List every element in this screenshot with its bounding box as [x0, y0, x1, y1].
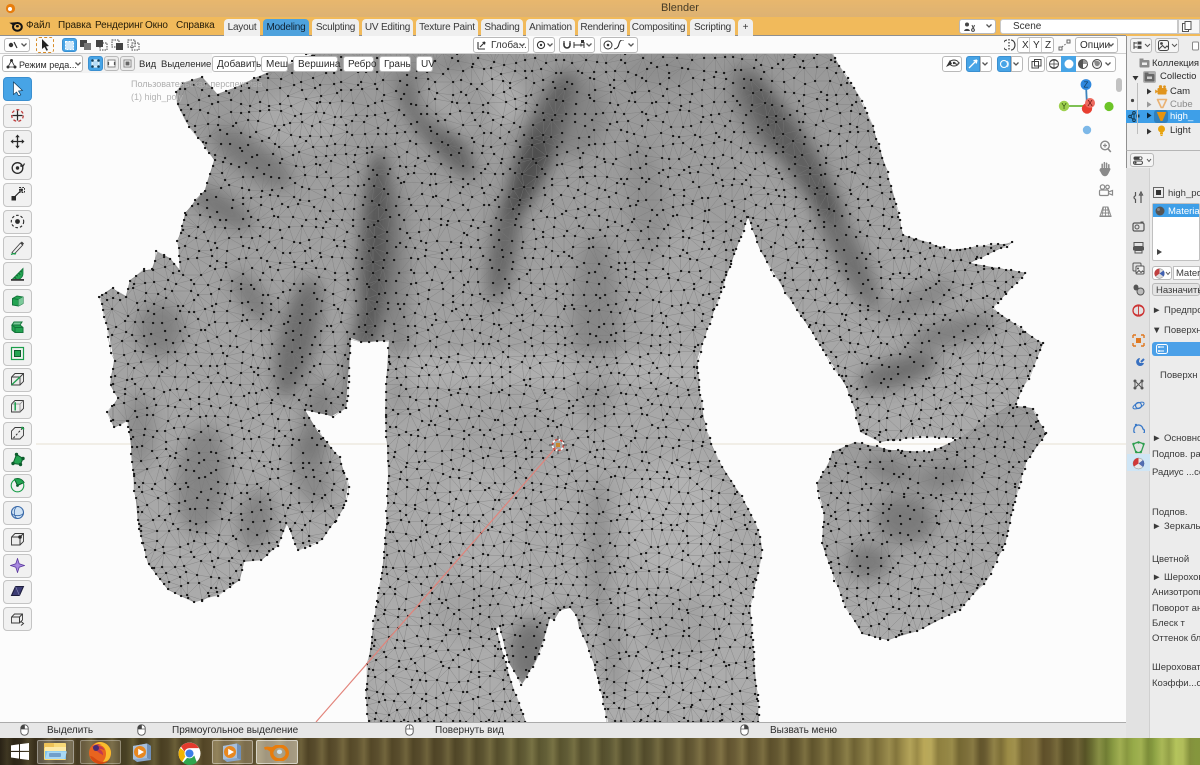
- svg-text:Z: Z: [1084, 81, 1089, 90]
- svg-text:X: X: [1087, 99, 1093, 108]
- svg-text:Y: Y: [1061, 102, 1067, 111]
